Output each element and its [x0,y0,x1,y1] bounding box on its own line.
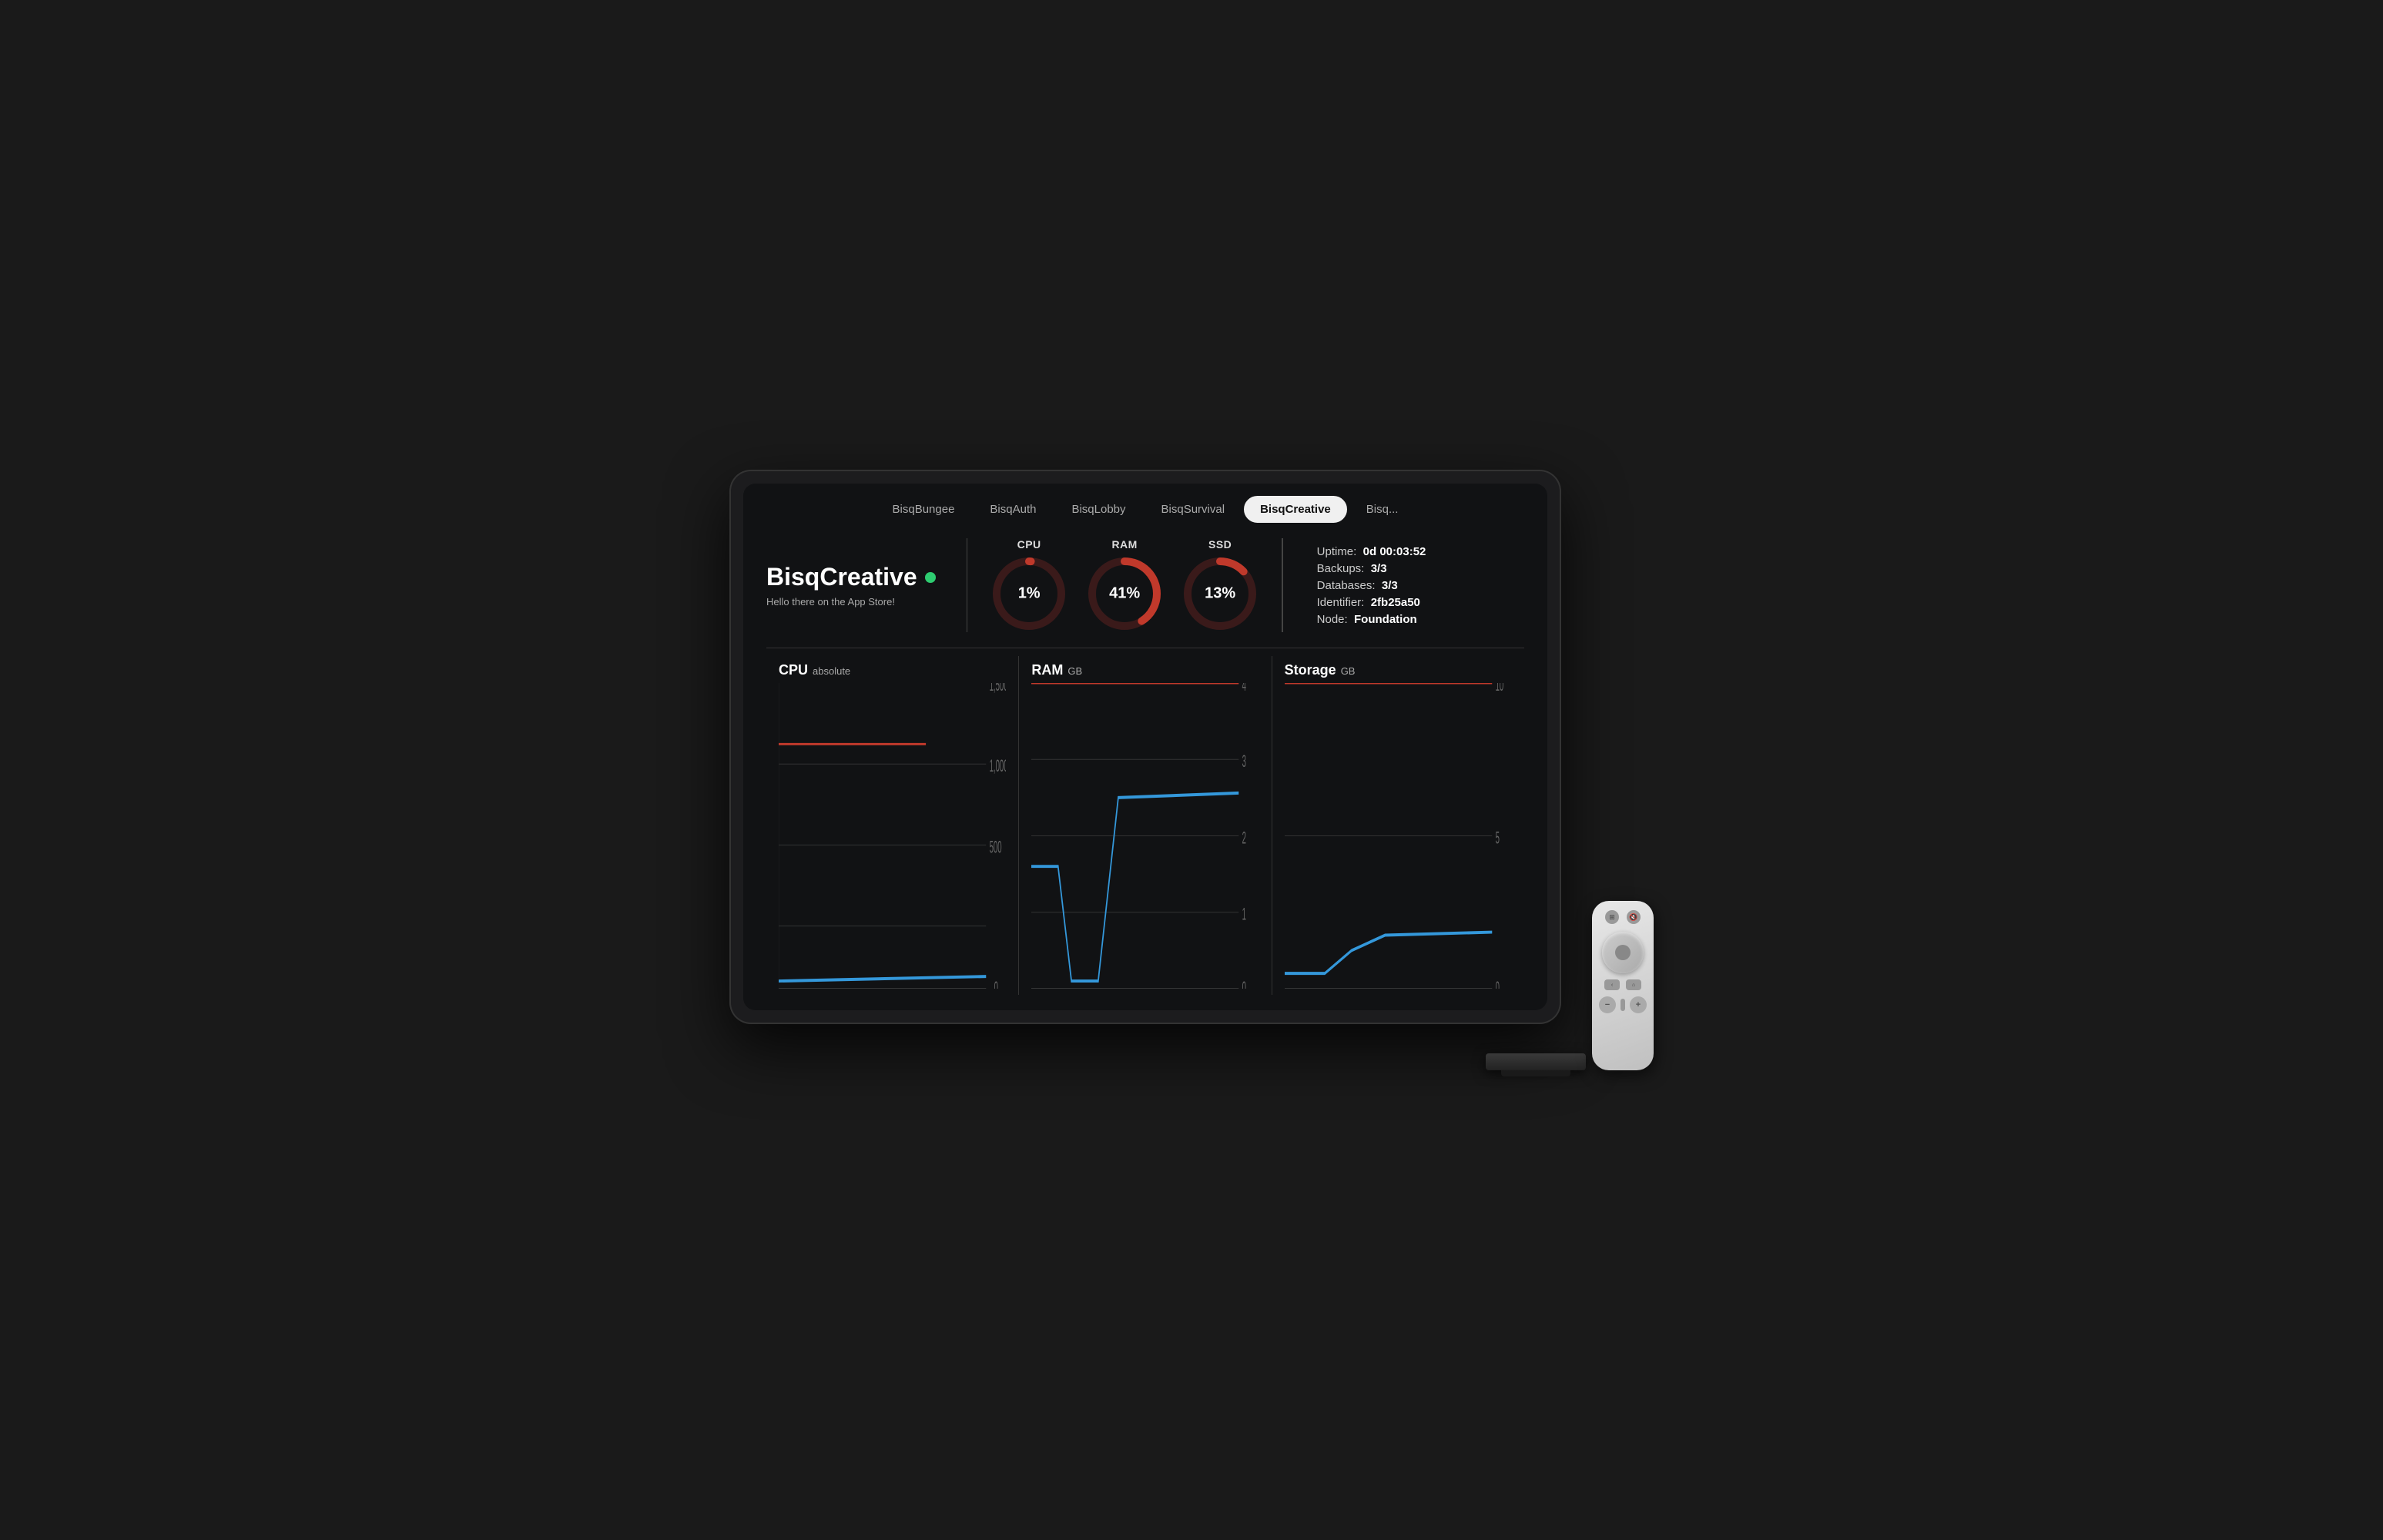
tab-lobby[interactable]: BisqLobby [1055,496,1141,523]
svg-text:0: 0 [994,979,998,989]
ram-chart-svg: 4 3 2 1 0 [1031,683,1259,989]
remote-center-button[interactable] [1615,945,1631,960]
svg-text:4: 4 [1242,683,1246,695]
remote-vol-slider [1621,999,1625,1011]
uptime-stat: Uptime: 0d 00:03:52 [1317,545,1524,558]
svg-text:500: 500 [990,838,1002,857]
storage-chart-wrapper: 10 5 0 [1285,683,1512,989]
svg-text:1: 1 [1242,905,1246,924]
server-description: Hello there on the App Store! [766,596,936,608]
cpu-gauge-ring: 1% [990,555,1067,632]
ssd-gauge: SSD 13% [1181,538,1259,632]
server-identity: BisqCreative Hello there on the App Stor… [766,563,951,608]
vertical-divider-1 [967,538,968,632]
cpu-gauge-label: CPU [1017,538,1041,551]
remote-mid-buttons: ‹ ⌂ [1604,979,1641,990]
ram-chart-wrapper: 4 3 2 1 0 [1031,683,1259,989]
remote-top-buttons: ⊞ 🔇 [1605,910,1641,924]
svg-text:3: 3 [1242,752,1246,772]
ssd-gauge-label: SSD [1208,538,1232,551]
cpu-gauge: CPU 1% [990,538,1067,632]
main-content: BisqCreative Hello there on the App Stor… [743,531,1547,1010]
tab-bisqs[interactable]: Bisq... [1350,496,1415,523]
tv-screen: BisqBungee BisqAuth BisqLobby BisqSurviv… [743,484,1547,1010]
svg-text:0: 0 [1242,979,1246,989]
scene: BisqBungee BisqAuth BisqLobby BisqSurviv… [729,470,1654,1070]
databases-stat: Databases: 3/3 [1317,579,1524,592]
remote-trackpad[interactable] [1602,932,1644,973]
remote-vol-up-button[interactable]: + [1630,996,1647,1013]
backups-stat: Backups: 3/3 [1317,562,1524,575]
tv-bezel: BisqBungee BisqAuth BisqLobby BisqSurviv… [729,470,1561,1024]
apple-tv-box [1486,1053,1586,1070]
ram-gauge: RAM 41% [1086,538,1163,632]
svg-text:2: 2 [1242,829,1246,848]
ram-gauge-ring: 41% [1086,555,1163,632]
cpu-chart-svg: 1,500 1,000 500 0 [779,683,1006,989]
node-stat: Node: Foundation [1317,613,1524,626]
ram-gauge-label: RAM [1111,538,1137,551]
cpu-chart-title: CPU absolute [779,662,1006,678]
tab-auth[interactable]: BisqAuth [974,496,1052,523]
storage-chart-title: Storage GB [1285,662,1512,678]
server-name: BisqCreative [766,563,936,591]
storage-chart-panel: Storage GB [1272,656,1524,995]
stats-section: Uptime: 0d 00:03:52 Backups: 3/3 Databas… [1299,545,1524,626]
cpu-chart-wrapper: 1,500 1,000 500 0 [779,683,1006,989]
remote-tv-button[interactable]: ⊞ [1605,910,1619,924]
status-indicator [925,572,936,583]
ram-gauge-value: 41% [1109,585,1140,603]
svg-text:0: 0 [1495,979,1499,989]
server-name-text: BisqCreative [766,563,917,591]
vertical-divider-2 [1282,538,1283,632]
ssd-gauge-value: 13% [1205,585,1235,603]
remote-back-button[interactable]: ‹ [1604,979,1620,990]
storage-chart-svg: 10 5 0 [1285,683,1512,989]
remote-vol-buttons: − + [1599,996,1647,1013]
svg-text:5: 5 [1495,829,1499,848]
charts-area: CPU absolute [766,656,1524,995]
tabs-bar: BisqBungee BisqAuth BisqLobby BisqSurviv… [743,484,1547,531]
remote-mute-button[interactable]: 🔇 [1627,910,1641,924]
ram-chart-panel: RAM GB [1019,656,1272,995]
top-row: BisqCreative Hello there on the App Stor… [766,531,1524,648]
tab-survival[interactable]: BisqSurvival [1145,496,1242,523]
cpu-gauge-value: 1% [1018,585,1041,603]
tab-creative[interactable]: BisqCreative [1244,496,1347,523]
gauges-section: CPU 1% RA [983,538,1266,632]
cpu-chart-panel: CPU absolute [766,656,1019,995]
remote-vol-down-button[interactable]: − [1599,996,1616,1013]
apple-remote: ⊞ 🔇 ‹ ⌂ − + [1592,901,1654,1070]
ram-chart-title: RAM GB [1031,662,1259,678]
svg-text:10: 10 [1495,683,1503,695]
svg-text:1,500: 1,500 [990,683,1007,695]
remote-home-button[interactable]: ⌂ [1626,979,1641,990]
svg-text:1,000: 1,000 [990,757,1007,776]
tab-bungee[interactable]: BisqBungee [876,496,971,523]
identifier-stat: Identifier: 2fb25a50 [1317,596,1524,609]
ssd-gauge-ring: 13% [1181,555,1259,632]
